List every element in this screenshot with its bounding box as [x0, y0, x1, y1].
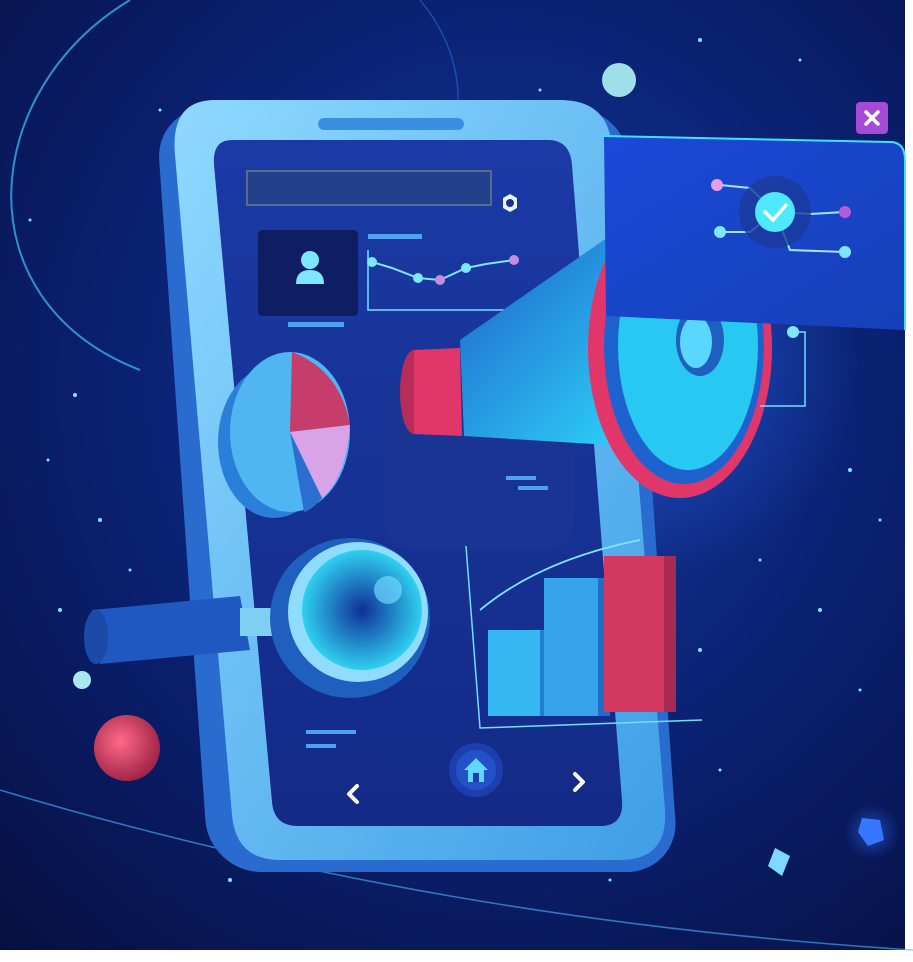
- close-button[interactable]: [856, 102, 888, 134]
- back-button[interactable]: [338, 778, 368, 810]
- close-icon: [864, 110, 880, 126]
- illustration-scene: [0, 0, 913, 962]
- planet-tiny: [73, 671, 91, 689]
- home-icon: [449, 743, 503, 797]
- planet-red: [94, 715, 160, 781]
- planet-small-top: [602, 63, 636, 97]
- chevron-right-icon: [573, 772, 585, 792]
- settings-button[interactable]: [499, 192, 521, 214]
- home-button[interactable]: [448, 742, 504, 798]
- gear-icon: [503, 194, 517, 212]
- forward-button[interactable]: [564, 766, 594, 798]
- chevron-left-icon: [347, 784, 359, 804]
- search-input[interactable]: [246, 170, 492, 206]
